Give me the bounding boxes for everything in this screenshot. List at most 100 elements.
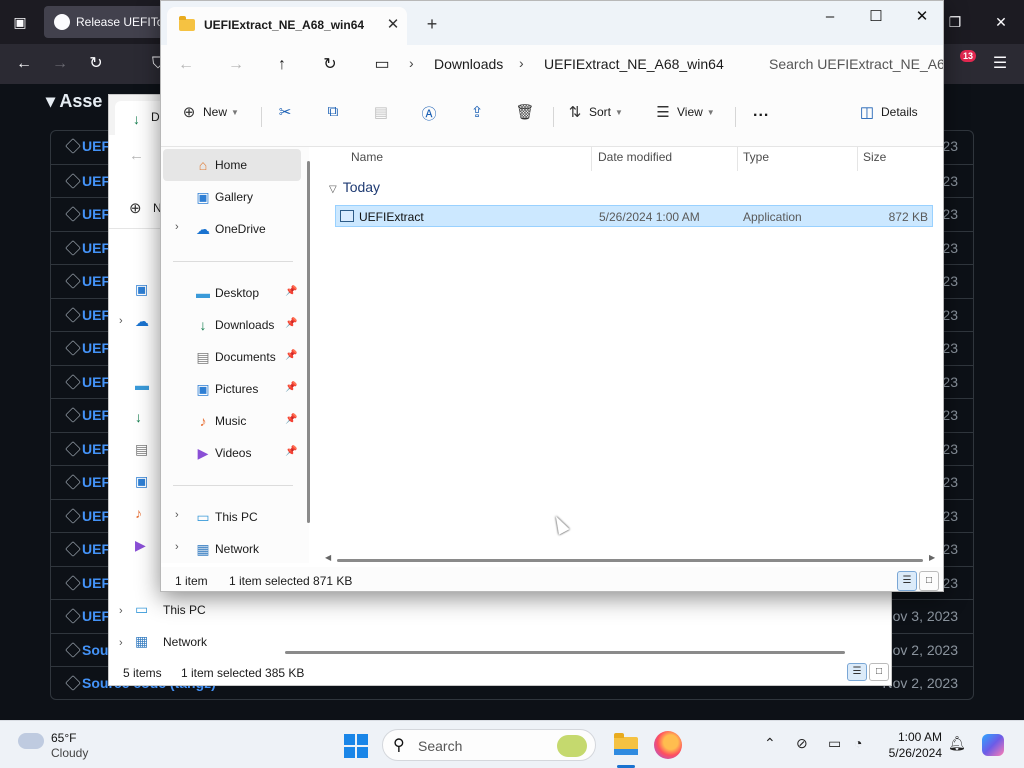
view-button[interactable]: ☰ View ▼	[653, 103, 714, 129]
back-details-view-icon[interactable]: ☰	[847, 663, 867, 681]
breadcrumb-separator-icon[interactable]: ›	[519, 55, 524, 71]
rename-button[interactable]: Ⓐ	[419, 103, 439, 129]
close-icon[interactable]: ✕	[986, 10, 1016, 34]
new-tab-icon[interactable]: +	[421, 13, 443, 35]
back-arrow-icon[interactable]: ←	[173, 53, 199, 77]
sidebar-item-videos[interactable]: ▶ Videos 📌	[163, 437, 301, 469]
sort-button[interactable]: ⇅ Sort ▼	[565, 103, 623, 129]
pin-icon[interactable]: 📌	[285, 446, 297, 457]
more-options-button[interactable]: ...	[749, 103, 769, 129]
assets-heading[interactable]: ▾ Asse	[46, 91, 102, 112]
gallery-icon[interactable]: ▣	[135, 281, 159, 299]
breadcrumb-current-folder[interactable]: UEFIExtract_NE_A68_win64	[544, 56, 724, 72]
firefox-taskbar-icon[interactable]	[654, 731, 682, 759]
details-pane-button[interactable]: ◫ Details	[857, 103, 918, 129]
copy-button[interactable]: ⧉	[323, 103, 343, 129]
navigation-scrollbar[interactable]	[307, 161, 310, 523]
paste-button[interactable]: ▤	[371, 103, 391, 129]
forward-icon[interactable]: →	[48, 52, 72, 76]
back-tiles-view-icon[interactable]: □	[869, 663, 889, 681]
explorer-tab[interactable]: UEFIExtract_NE_A68_win64 ✕	[167, 7, 407, 45]
new-icon[interactable]: ⊕	[129, 199, 142, 217]
reload-icon[interactable]: ↻	[84, 52, 108, 76]
volume-icon[interactable]: ◔	[854, 735, 862, 751]
breadcrumb-downloads[interactable]: Downloads	[434, 56, 503, 72]
column-divider[interactable]	[857, 147, 858, 171]
onedrive-icon[interactable]: ☁	[135, 313, 159, 331]
close-tab-icon[interactable]: ✕	[383, 15, 403, 35]
close-window-icon[interactable]: ✕	[899, 3, 945, 31]
sidebar-item-downloads[interactable]: ↓ Downloads 📌	[163, 309, 301, 341]
chevron-right-icon[interactable]: ›	[175, 541, 179, 553]
sidebar-item-music[interactable]: ♪ Music 📌	[163, 405, 301, 437]
back-horizontal-scrollbar[interactable]	[285, 651, 845, 654]
taskbar-clock[interactable]: 1:00 AM 5/26/2024	[889, 729, 942, 761]
pin-icon[interactable]: 📌	[285, 318, 297, 329]
desktop-icon[interactable]: ▬	[135, 377, 159, 395]
notification-bell-icon[interactable]: 🔔︎	[948, 735, 966, 752]
refresh-icon[interactable]: ↻	[317, 53, 343, 77]
show-hidden-icons-chevron-up-icon[interactable]: ⌃	[764, 735, 776, 752]
this-pc-icon[interactable]: ▭	[369, 53, 395, 77]
videos-icon[interactable]: ▶	[135, 537, 159, 555]
delete-button[interactable]: 🗑	[515, 103, 535, 129]
downloads-icon[interactable]: ↓	[135, 409, 159, 427]
file-row[interactable]: UEFIExtract 5/26/2024 1:00 AM Applicatio…	[335, 205, 933, 227]
pin-icon[interactable]: 📌	[285, 286, 297, 297]
chevron-right-icon[interactable]: ›	[119, 637, 123, 649]
sidebar-item-desktop[interactable]: ▬ Desktop 📌	[163, 277, 301, 309]
start-button[interactable]	[344, 734, 368, 758]
share-button[interactable]: ⇪	[467, 103, 487, 129]
chevron-right-icon[interactable]: ›	[175, 221, 179, 233]
scroll-right-icon[interactable]: ▶	[929, 553, 935, 562]
network-offline-icon[interactable]: ⊘	[796, 735, 808, 752]
tab-list-icon[interactable]: ▣	[8, 10, 32, 34]
minimize-icon[interactable]: –	[807, 3, 853, 31]
forward-arrow-icon[interactable]: →	[223, 53, 249, 77]
column-header-name[interactable]: Name	[351, 150, 383, 164]
maximize-icon[interactable]: ☐	[853, 3, 899, 31]
pin-icon[interactable]: 📌	[285, 414, 297, 425]
column-divider[interactable]	[591, 147, 592, 171]
column-divider[interactable]	[737, 147, 738, 171]
sidebar-item-onedrive[interactable]: › ☁ OneDrive	[163, 213, 301, 245]
scroll-left-icon[interactable]: ◀	[325, 553, 331, 562]
chevron-right-icon[interactable]: ›	[175, 509, 179, 521]
up-arrow-icon[interactable]: ↑	[269, 53, 295, 77]
cut-button[interactable]: ✂	[275, 103, 295, 129]
sidebar-item-gallery[interactable]: ▣ Gallery	[163, 181, 301, 213]
back-arrow-icon[interactable]: ←	[129, 147, 144, 164]
chevron-right-icon[interactable]: ›	[119, 605, 123, 617]
menu-icon[interactable]: ☰	[988, 52, 1012, 76]
file-explorer-taskbar-icon[interactable]	[612, 731, 640, 759]
this-pc-icon[interactable]: ▭	[135, 601, 159, 619]
music-icon[interactable]: ♪	[135, 505, 159, 523]
sidebar-item-home[interactable]: ⌂ Home	[163, 149, 301, 181]
column-header-size[interactable]: Size	[863, 150, 886, 164]
taskbar-search[interactable]: ⚲ Search	[382, 729, 596, 761]
pin-icon[interactable]: 📌	[285, 382, 297, 393]
back-icon[interactable]: ←	[12, 52, 36, 76]
details-view-icon[interactable]: ☰	[897, 571, 917, 591]
back-sidebar-network[interactable]: Network	[163, 635, 207, 649]
tiles-view-icon[interactable]: □	[919, 571, 939, 591]
chevron-right-icon[interactable]: ›	[119, 315, 123, 327]
sidebar-item-documents[interactable]: ▤ Documents 📌	[163, 341, 301, 373]
new-button[interactable]: ⊕ New ▼	[179, 103, 239, 129]
display-icon[interactable]: ▭	[828, 735, 841, 752]
column-header-type[interactable]: Type	[743, 150, 769, 164]
documents-icon[interactable]: ▤	[135, 441, 159, 459]
horizontal-scrollbar[interactable]	[337, 559, 923, 562]
pin-icon[interactable]: 📌	[285, 350, 297, 361]
back-sidebar-this-pc[interactable]: This PC	[163, 603, 206, 617]
column-header-date-modified[interactable]: Date modified	[598, 150, 672, 164]
pictures-icon[interactable]: ▣	[135, 473, 159, 491]
browser-tab[interactable]: Release UEFITool	[44, 6, 174, 38]
sidebar-item-this-pc[interactable]: › ▭ This PC	[163, 501, 301, 533]
sidebar-item-pictures[interactable]: ▣ Pictures 📌	[163, 373, 301, 405]
group-header-today[interactable]: ▽ Today	[329, 179, 380, 195]
breadcrumb-separator-icon[interactable]: ›	[409, 55, 414, 71]
copilot-icon[interactable]	[982, 734, 1004, 756]
sidebar-item-network[interactable]: › ▦ Network	[163, 533, 301, 565]
search-input[interactable]: Search UEFIExtract_NE_A68_win64	[757, 50, 943, 80]
